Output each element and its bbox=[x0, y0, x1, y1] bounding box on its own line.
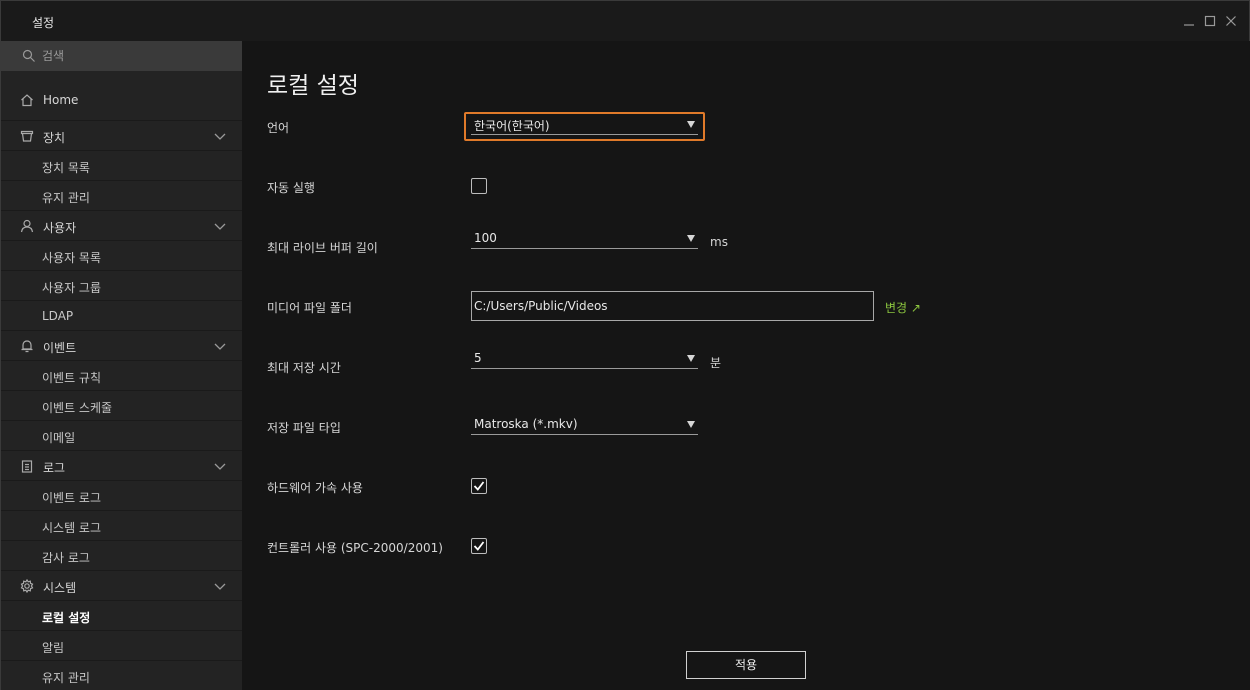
controller-label: 컨트롤러 사용 (SPC-2000/2001) bbox=[267, 541, 443, 555]
sidebar-group-user[interactable]: 사용자 bbox=[1, 211, 242, 241]
chevron-down-icon[interactable] bbox=[214, 581, 226, 591]
sidebar-group-label: 로그 bbox=[43, 461, 66, 475]
sidebar-item-label: 시스템 로그 bbox=[42, 521, 102, 535]
sidebar-item-user-group[interactable]: 사용자 그룹 bbox=[1, 271, 242, 301]
language-select[interactable]: 한국어(한국어) bbox=[471, 115, 698, 135]
home-icon bbox=[20, 93, 34, 107]
user-icon bbox=[20, 219, 34, 233]
search-box[interactable] bbox=[1, 41, 242, 71]
hw-accel-label: 하드웨어 가속 사용 bbox=[267, 481, 363, 495]
sidebar-group-label: 장치 bbox=[43, 131, 66, 145]
sidebar-item-label: 이벤트 로그 bbox=[42, 491, 102, 505]
max-save-time-label: 최대 저장 시간 bbox=[267, 361, 341, 375]
sidebar: Home 장치 장치 목록 유지 관리 사용자 bbox=[1, 41, 242, 690]
gear-icon bbox=[20, 578, 34, 594]
sidebar-nav: Home 장치 장치 목록 유지 관리 사용자 사용자 목록 사용자 그룹 LD… bbox=[1, 71, 242, 690]
bell-icon bbox=[20, 339, 34, 353]
save-file-type-select[interactable]: Matroska (*.mkv) bbox=[471, 415, 698, 435]
save-file-type-value: Matroska (*.mkv) bbox=[474, 417, 578, 431]
search-icon bbox=[22, 49, 36, 63]
sidebar-group-system[interactable]: 시스템 bbox=[1, 571, 242, 601]
language-value: 한국어(한국어) bbox=[474, 119, 550, 133]
change-folder-link[interactable]: 변경 ↗ bbox=[885, 299, 921, 316]
sidebar-item-label: 유지 관리 bbox=[42, 191, 90, 205]
chevron-down-icon[interactable] bbox=[214, 341, 226, 351]
autostart-label: 자동 실행 bbox=[267, 181, 315, 195]
search-input[interactable] bbox=[42, 47, 232, 65]
max-save-time-value: 5 bbox=[474, 351, 482, 365]
sidebar-group-label: 사용자 bbox=[43, 221, 77, 235]
chevron-down-icon[interactable] bbox=[214, 221, 226, 231]
dropdown-arrow-icon bbox=[687, 235, 695, 242]
dropdown-arrow-icon bbox=[687, 421, 695, 428]
page-title: 로컬 설정 bbox=[267, 73, 359, 99]
sidebar-item-label: 로컬 설정 bbox=[42, 611, 91, 625]
sidebar-group-label: 이벤트 bbox=[43, 341, 77, 355]
chevron-down-icon[interactable] bbox=[214, 131, 226, 141]
window-title: 설정 bbox=[32, 16, 55, 30]
sidebar-item-label: 이메일 bbox=[42, 431, 76, 445]
sidebar-item-label: 감사 로그 bbox=[42, 551, 90, 565]
sidebar-item-ldap[interactable]: LDAP bbox=[1, 301, 242, 331]
sidebar-item-event-rule[interactable]: 이벤트 규칙 bbox=[1, 361, 242, 391]
device-icon bbox=[20, 129, 34, 143]
max-save-time-select[interactable]: 5 bbox=[471, 349, 698, 369]
sidebar-item-system-maintenance[interactable]: 유지 관리 bbox=[1, 661, 242, 690]
sidebar-item-notification[interactable]: 알림 bbox=[1, 631, 242, 661]
sidebar-item-label: 사용자 목록 bbox=[42, 251, 102, 265]
checkmark-icon bbox=[473, 481, 485, 491]
sidebar-item-label: LDAP bbox=[42, 309, 74, 323]
live-buffer-value: 100 bbox=[474, 231, 497, 245]
hw-accel-checkbox[interactable] bbox=[471, 478, 487, 494]
sidebar-item-label: Home bbox=[43, 93, 79, 107]
maximize-icon[interactable] bbox=[1202, 13, 1218, 29]
controller-checkbox[interactable] bbox=[471, 538, 487, 554]
sidebar-item-system-log[interactable]: 시스템 로그 bbox=[1, 511, 242, 541]
sidebar-item-label: 사용자 그룹 bbox=[42, 281, 102, 295]
sidebar-item-label: 이벤트 스케줄 bbox=[42, 401, 113, 415]
sidebar-item-home[interactable]: Home bbox=[1, 71, 242, 121]
dropdown-arrow-icon bbox=[687, 355, 695, 362]
sidebar-item-device-list[interactable]: 장치 목록 bbox=[1, 151, 242, 181]
settings-window: 설정 Home bbox=[0, 0, 1250, 690]
media-folder-input[interactable] bbox=[474, 297, 869, 315]
media-folder-field[interactable] bbox=[471, 291, 874, 321]
language-label: 언어 bbox=[267, 121, 290, 135]
close-icon[interactable] bbox=[1223, 13, 1239, 29]
sidebar-group-log[interactable]: 로그 bbox=[1, 451, 242, 481]
sidebar-group-event[interactable]: 이벤트 bbox=[1, 331, 242, 361]
apply-button[interactable]: 적용 bbox=[686, 651, 806, 679]
main-panel: 로컬 설정 언어 한국어(한국어) 자동 실행 최대 라이브 버퍼 길이 100… bbox=[242, 41, 1250, 690]
sidebar-item-label: 유지 관리 bbox=[42, 671, 90, 685]
sidebar-group-label: 시스템 bbox=[43, 581, 77, 595]
sidebar-item-label: 알림 bbox=[42, 641, 65, 655]
checkmark-icon bbox=[473, 541, 485, 551]
media-folder-label: 미디어 파일 폴더 bbox=[267, 301, 352, 315]
live-buffer-unit: ms bbox=[710, 235, 728, 249]
save-file-type-label: 저장 파일 타입 bbox=[267, 421, 341, 435]
sidebar-item-audit-log[interactable]: 감사 로그 bbox=[1, 541, 242, 571]
sidebar-item-user-list[interactable]: 사용자 목록 bbox=[1, 241, 242, 271]
sidebar-item-label: 장치 목록 bbox=[42, 161, 90, 175]
dropdown-arrow-icon bbox=[687, 121, 695, 128]
chevron-down-icon[interactable] bbox=[214, 461, 226, 471]
live-buffer-select[interactable]: 100 bbox=[471, 229, 698, 249]
sidebar-item-email[interactable]: 이메일 bbox=[1, 421, 242, 451]
sidebar-item-event-schedule[interactable]: 이벤트 스케줄 bbox=[1, 391, 242, 421]
max-save-time-unit: 분 bbox=[710, 356, 722, 370]
clipboard-icon bbox=[20, 459, 34, 473]
minimize-icon[interactable] bbox=[1181, 13, 1197, 29]
live-buffer-label: 최대 라이브 버퍼 길이 bbox=[267, 241, 378, 255]
title-bar: 설정 bbox=[1, 1, 1249, 41]
autostart-checkbox[interactable] bbox=[471, 178, 487, 194]
sidebar-item-event-log[interactable]: 이벤트 로그 bbox=[1, 481, 242, 511]
sidebar-item-label: 이벤트 규칙 bbox=[42, 371, 102, 385]
sidebar-item-local-settings[interactable]: 로컬 설정 bbox=[1, 601, 242, 631]
sidebar-group-device[interactable]: 장치 bbox=[1, 121, 242, 151]
sidebar-item-device-maintenance[interactable]: 유지 관리 bbox=[1, 181, 242, 211]
